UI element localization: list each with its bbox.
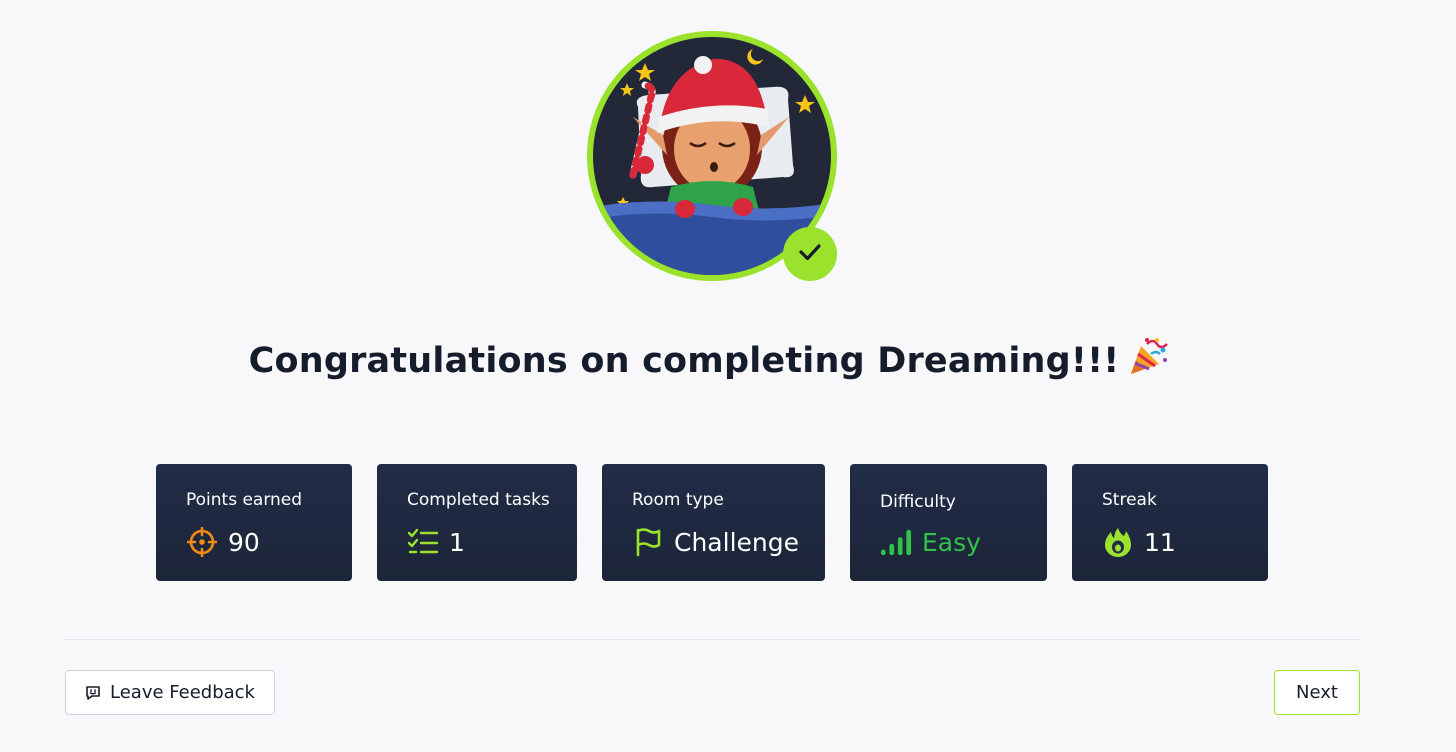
stat-label-tasks: Completed tasks xyxy=(407,490,550,510)
crosshair-icon xyxy=(186,526,218,558)
stat-label-points: Points earned xyxy=(186,490,303,510)
stat-card-streak: Streak 11 xyxy=(1072,464,1268,581)
flag-icon xyxy=(632,526,664,558)
stat-value-tasks: 1 xyxy=(449,527,465,557)
stat-card-difficulty: Difficulty Easy xyxy=(850,464,1047,581)
next-button[interactable]: Next xyxy=(1274,670,1360,715)
stat-label-room-type: Room type xyxy=(632,490,724,510)
stat-card-points: Points earned 90 xyxy=(156,464,352,581)
completion-headline: Congratulations on completing Dreaming!!… xyxy=(0,336,1418,387)
leave-feedback-button[interactable]: Leave Feedback xyxy=(65,670,275,715)
stat-value-difficulty: Easy xyxy=(922,527,981,557)
leave-feedback-label: Leave Feedback xyxy=(110,682,255,703)
flame-icon xyxy=(1102,526,1134,558)
stat-value-streak: 11 xyxy=(1144,527,1176,557)
check-icon xyxy=(796,238,824,270)
message-icon xyxy=(85,685,101,701)
party-popper-icon xyxy=(1127,336,1169,387)
stat-value-points: 90 xyxy=(228,527,260,557)
stat-label-difficulty: Difficulty xyxy=(880,492,956,512)
stat-card-tasks: Completed tasks 1 xyxy=(377,464,577,581)
stat-card-room-type: Room type Challenge xyxy=(602,464,825,581)
stat-value-room-type: Challenge xyxy=(674,527,799,557)
next-label: Next xyxy=(1296,682,1338,703)
task-list-icon xyxy=(407,526,439,558)
stat-label-streak: Streak xyxy=(1102,490,1157,510)
headline-text: Congratulations on completing Dreaming!!… xyxy=(248,341,1120,381)
room-avatar xyxy=(587,31,837,281)
footer-divider xyxy=(65,639,1360,640)
completion-page: Congratulations on completing Dreaming!!… xyxy=(0,0,1456,752)
signal-bars-icon xyxy=(880,526,912,558)
completed-check-badge xyxy=(783,227,837,281)
